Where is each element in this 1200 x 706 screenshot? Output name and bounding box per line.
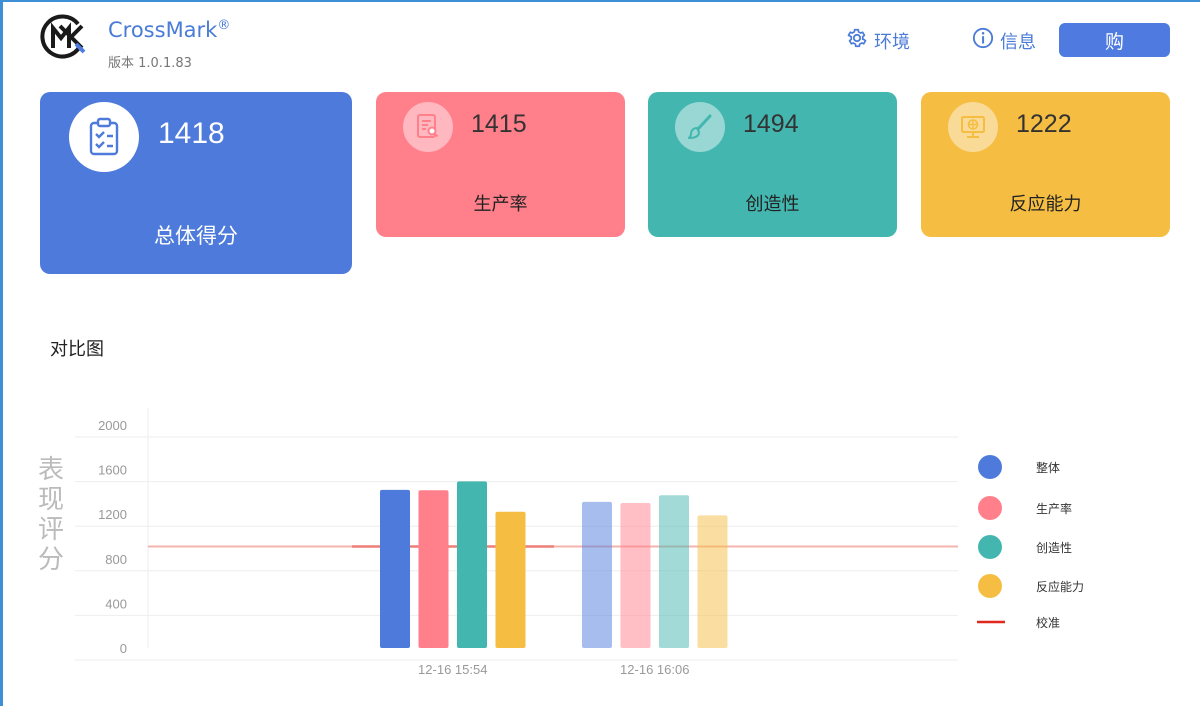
legend-marker-1 <box>978 455 1002 479</box>
comparison-chart-title: 对比图 <box>50 339 104 360</box>
y-tick-label: 0 <box>120 641 127 656</box>
y-axis-label-char: 分 <box>38 545 64 575</box>
info-icon <box>972 27 994 54</box>
creativity-card[interactable]: 1494 创造性 <box>648 92 897 237</box>
legend-label: 生产率 <box>1036 501 1072 516</box>
responsiveness-label: 反应能力 <box>1009 194 1082 215</box>
x-tick-label: 12-16 16:06 <box>620 662 689 677</box>
buy-button[interactable]: 购 <box>1059 23 1170 57</box>
bar-3-group-2 <box>659 495 689 648</box>
y-axis-label-char: 表 <box>38 455 64 485</box>
comparison-chart: 0 400 800 1200 1600 2000 表现评分 12-16 15:54 12-16 … <box>38 408 1084 677</box>
legend-label: 反应能力 <box>1036 579 1084 594</box>
creativity-score-value: 1494 <box>743 110 799 138</box>
bar-2-group-2 <box>620 503 651 648</box>
overall-score-label: 总体得分 <box>154 224 238 248</box>
y-tick-label: 2000 <box>98 418 127 433</box>
y-axis-label-char: 评 <box>38 515 64 545</box>
gear-icon <box>846 27 868 54</box>
legend-marker-3 <box>978 535 1002 559</box>
info-label: 信息 <box>1000 31 1036 53</box>
y-axis-label-char: 现 <box>38 485 64 515</box>
bar-4-group-2 <box>697 515 728 648</box>
x-tick-label: 12-16 15:54 <box>418 662 487 677</box>
bar-3-group-1 <box>457 481 487 648</box>
legend-label: 创造性 <box>1036 541 1072 555</box>
bar-2-group-1 <box>418 490 449 648</box>
productivity-label: 生产率 <box>473 194 528 215</box>
bar-1-group-2 <box>582 501 612 648</box>
environment-label: 环境 <box>874 31 910 53</box>
productivity-score-value: 1415 <box>471 110 527 138</box>
y-tick-label: 800 <box>105 552 127 567</box>
info-button[interactable]: 信息 <box>972 27 1036 54</box>
environment-button[interactable]: 环境 <box>846 27 910 54</box>
y-tick-label: 400 <box>105 596 127 611</box>
window-top-border <box>0 0 1200 2</box>
y-tick-label: 1200 <box>98 507 127 522</box>
legend-marker-4 <box>978 574 1002 598</box>
clipboard-check-icon <box>69 102 139 172</box>
legend-marker-2 <box>978 496 1002 520</box>
creativity-label: 创造性 <box>745 194 800 215</box>
overall-score-card[interactable]: 1418 总体得分 <box>40 92 352 274</box>
overall-score-value: 1418 <box>158 117 225 150</box>
legend-label: 整体 <box>1036 460 1060 475</box>
app-version: 版本 1.0.1.83 <box>108 56 192 71</box>
document-search-icon <box>403 102 453 152</box>
app-title: CrossMark® <box>108 18 231 42</box>
crossmark-logo-icon <box>40 12 88 60</box>
paintbrush-icon <box>675 102 725 152</box>
responsiveness-score-value: 1222 <box>1016 110 1072 138</box>
monitor-globe-icon <box>948 102 998 152</box>
productivity-card[interactable]: 1415 生产率 <box>376 92 625 237</box>
bar-1-group-1 <box>380 489 410 648</box>
y-tick-label: 1600 <box>98 463 127 478</box>
responsiveness-card[interactable]: 1222 反应能力 <box>921 92 1170 237</box>
legend-label: 校准 <box>1036 615 1060 630</box>
bar-4-group-1 <box>495 511 526 648</box>
